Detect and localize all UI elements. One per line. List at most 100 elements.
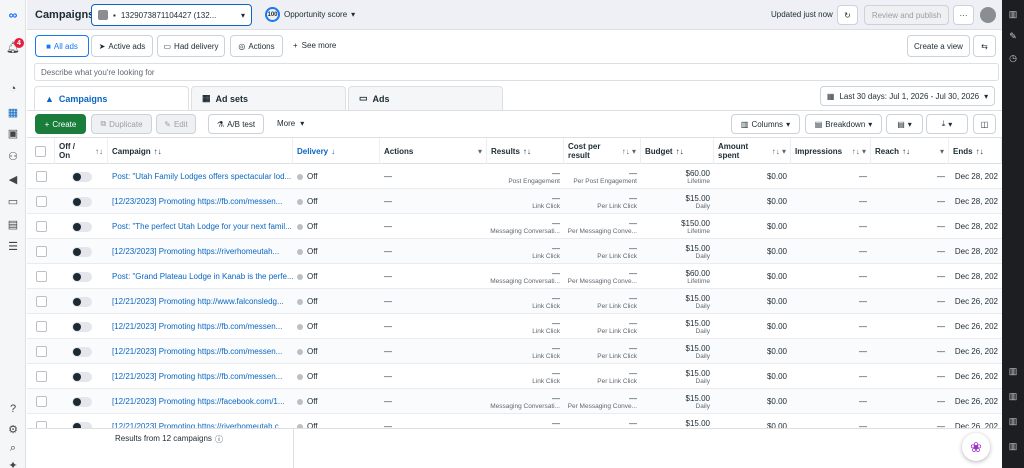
row-checkbox[interactable] xyxy=(35,171,47,182)
table-row[interactable]: Post: "Utah Family Lodges offers spectac… xyxy=(27,164,1002,189)
campaigns-table-icon[interactable]: ▦ xyxy=(6,105,20,119)
campaign-toggle[interactable] xyxy=(71,371,92,382)
header-campaign[interactable]: Campaign ↑↓ xyxy=(108,138,293,164)
breakdown-dropdown[interactable]: ▤ Breakdown ▾ xyxy=(805,114,882,134)
review-publish-button[interactable]: Review and publish xyxy=(864,5,949,25)
help-icon[interactable]: ? xyxy=(6,402,20,416)
header-offon[interactable]: Off / On ↑↓ xyxy=(55,138,108,164)
row-checkbox[interactable] xyxy=(35,421,47,428)
table-row[interactable]: [12/21/2023] Promoting https://fb.com/me… xyxy=(27,314,1002,339)
dashboard-icon[interactable]: ◔ xyxy=(6,82,20,96)
more-dropdown[interactable]: More ▾ xyxy=(277,119,304,128)
campaign-toggle[interactable] xyxy=(71,346,92,357)
side-tool-icon-4[interactable]: ▥ xyxy=(1007,440,1019,452)
row-checkbox[interactable] xyxy=(35,196,47,207)
duplicate-button[interactable]: ⧉ Duplicate xyxy=(91,114,152,134)
edit-pencil-icon[interactable]: ✎ xyxy=(1007,30,1019,42)
see-more-link[interactable]: + See more xyxy=(293,41,336,50)
campaign-name[interactable]: [12/21/2023] Promoting https://facebook.… xyxy=(108,389,293,414)
campaign-name[interactable]: Post: "The perfect Utah Lodge for your n… xyxy=(108,214,293,239)
chart-view-button[interactable]: ◫ xyxy=(973,114,996,134)
campaign-toggle[interactable] xyxy=(71,196,92,207)
filter-all-ads[interactable]: ■ All ads xyxy=(35,35,89,57)
megaphone-icon[interactable]: ◀ xyxy=(6,172,20,186)
info-icon[interactable]: ⓘ xyxy=(215,434,223,445)
columns-dropdown[interactable]: ▥ Columns ▾ xyxy=(731,114,800,134)
filter-actions[interactable]: ◎ Actions xyxy=(230,35,283,57)
filter-had-delivery[interactable]: ▭ Had delivery xyxy=(157,35,225,57)
select-all-checkbox[interactable] xyxy=(27,138,55,164)
campaign-toggle[interactable] xyxy=(71,271,92,282)
account-selector[interactable]: ▪ 1329073871104427 (132... ▾ xyxy=(91,4,252,26)
history-clock-icon[interactable]: ◷ xyxy=(1007,52,1019,64)
table-row[interactable]: [12/21/2023] Promoting http://www.falcon… xyxy=(27,289,1002,314)
table-row[interactable]: Post: "The perfect Utah Lodge for your n… xyxy=(27,214,1002,239)
billing-icon[interactable]: ▭ xyxy=(6,194,20,208)
opportunity-score[interactable]: 100 Opportunity score ▾ xyxy=(265,7,355,22)
filter-active-ads[interactable]: ➤ Active ads xyxy=(91,35,153,57)
campaign-name[interactable]: Post: "Utah Family Lodges offers spectac… xyxy=(108,164,293,189)
campaign-name[interactable]: [12/21/2023] Promoting https://fb.com/me… xyxy=(108,364,293,389)
table-row[interactable]: [12/23/2023] Promoting https://fb.com/me… xyxy=(27,189,1002,214)
tab-campaigns[interactable]: ▲ Campaigns xyxy=(34,86,189,110)
create-button[interactable]: + Create xyxy=(35,114,86,134)
campaign-name[interactable]: [12/23/2023] Promoting https://riverhome… xyxy=(108,239,293,264)
campaign-toggle[interactable] xyxy=(71,296,92,307)
campaign-name[interactable]: [12/21/2023] Promoting http://www.falcon… xyxy=(108,289,293,314)
row-checkbox[interactable] xyxy=(35,396,47,407)
assistant-button[interactable]: ❀ xyxy=(962,433,990,461)
campaign-toggle[interactable] xyxy=(71,321,92,332)
bug-icon[interactable]: ✦ xyxy=(6,458,20,468)
table-row[interactable]: [12/23/2023] Promoting https://riverhome… xyxy=(27,239,1002,264)
campaign-name[interactable]: [12/21/2023] Promoting https://riverhome… xyxy=(108,414,293,428)
date-range-picker[interactable]: ▦ Last 30 days: Jul 1, 2026 - Jul 30, 202… xyxy=(820,86,995,106)
view-settings-button[interactable]: ⇆ xyxy=(973,35,996,57)
header-ends[interactable]: Ends ↑↓ xyxy=(949,138,1002,164)
ab-test-button[interactable]: ⚗ A/B test xyxy=(208,114,264,134)
side-tool-icon-1[interactable]: ▥ xyxy=(1007,365,1019,377)
checkbox[interactable] xyxy=(35,145,46,157)
table-row[interactable]: [12/21/2023] Promoting https://fb.com/me… xyxy=(27,339,1002,364)
avatar[interactable] xyxy=(980,7,996,23)
create-view-button[interactable]: Create a view xyxy=(907,35,970,57)
table-row[interactable]: Post: "Grand Plateau Lodge in Kanab is t… xyxy=(27,264,1002,289)
header-amount-spent[interactable]: Amount spent ↑↓ ▾ xyxy=(714,138,791,164)
header-budget[interactable]: Budget ↑↓ xyxy=(641,138,714,164)
campaign-toggle[interactable] xyxy=(71,246,92,257)
header-actions[interactable]: Actions ▾ xyxy=(380,138,487,164)
export-dropdown[interactable]: ⤓ ▾ xyxy=(926,114,968,134)
table-row[interactable]: [12/21/2023] Promoting https://riverhome… xyxy=(27,414,1002,428)
table-row[interactable]: [12/21/2023] Promoting https://facebook.… xyxy=(27,389,1002,414)
menu-icon[interactable]: ☰ xyxy=(6,239,20,253)
side-tool-icon-2[interactable]: ▥ xyxy=(1007,390,1019,402)
search-icon[interactable]: ⌕ xyxy=(6,441,20,455)
header-delivery[interactable]: Delivery ↓ xyxy=(293,138,380,164)
campaign-name[interactable]: [12/21/2023] Promoting https://fb.com/me… xyxy=(108,339,293,364)
audiences-icon[interactable]: ⚇ xyxy=(6,149,20,163)
header-results[interactable]: Results ↑↓ xyxy=(487,138,564,164)
settings-icon[interactable]: ⚙ xyxy=(6,422,20,436)
meta-logo-icon[interactable]: ∞ xyxy=(6,8,20,22)
campaign-toggle[interactable] xyxy=(71,221,92,232)
campaign-name[interactable]: [12/23/2023] Promoting https://fb.com/me… xyxy=(108,189,293,214)
row-checkbox[interactable] xyxy=(35,271,47,282)
row-checkbox[interactable] xyxy=(35,346,47,357)
search-input[interactable]: Describe what you're looking for xyxy=(34,63,999,81)
pages-icon[interactable]: ▣ xyxy=(6,126,20,140)
row-checkbox[interactable] xyxy=(35,371,47,382)
side-tool-icon-3[interactable]: ▥ xyxy=(1007,415,1019,427)
refresh-button[interactable]: ↻ xyxy=(837,5,858,25)
chart-icon[interactable]: ▥ xyxy=(1007,8,1019,20)
reports-dropdown[interactable]: ▤ ▾ xyxy=(886,114,923,134)
tab-ads[interactable]: ▭ Ads xyxy=(348,86,503,110)
row-checkbox[interactable] xyxy=(35,321,47,332)
tools-icon[interactable]: ▤ xyxy=(6,217,20,231)
table-row[interactable]: [12/21/2023] Promoting https://fb.com/me… xyxy=(27,364,1002,389)
header-impressions[interactable]: Impressions ↑↓ ▾ xyxy=(791,138,871,164)
campaign-toggle[interactable] xyxy=(71,396,92,407)
campaign-name[interactable]: Post: "Grand Plateau Lodge in Kanab is t… xyxy=(108,264,293,289)
header-cost-per-result[interactable]: Cost per result ↑↓ ▾ xyxy=(564,138,641,164)
row-checkbox[interactable] xyxy=(35,221,47,232)
edit-button[interactable]: ✎ Edit xyxy=(156,114,196,134)
header-reach[interactable]: Reach ↑↓ ▾ xyxy=(871,138,949,164)
